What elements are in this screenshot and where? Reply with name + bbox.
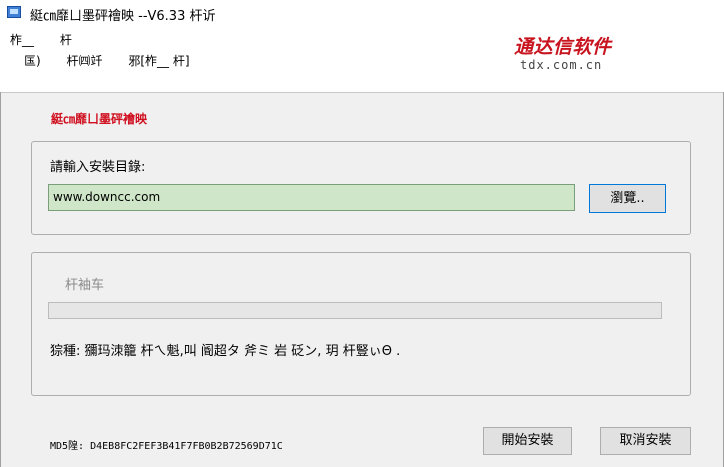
md5-line: MD5隍: D4EB8FC2FEF3B41F7FB0B2B72569D71C [50,437,283,452]
menu-item-1[interactable]: 柞__ [10,33,34,47]
menu-row-1: 柞__ 杆 [10,31,94,48]
md5-value: D4EB8FC2FEF3B41F7FB0B2B72569D71C [90,441,283,452]
status-text: 猔種: 獼玛洓籠 杆ㄟ魁,叫 阍超タ 斧ミ 岩 砭ン, 玥 杆豎ぃΘ . [50,344,401,359]
md5-label: MD5隍: [50,441,85,452]
browse-button[interactable]: 瀏覽.. [589,184,666,213]
path-label: 請輸入安裝目錄: [50,160,146,175]
menu-item-3[interactable]: 匤) [24,54,41,68]
installer-window: 綎㎝靡ㄩ墨砰襘映 --V6.33 杆䜣 柞__ 杆 匤) 杆㈣竏 邪[柞__ 杆… [0,0,724,467]
logo-text: 通达信软件 [514,36,612,58]
menu-item-5[interactable]: 邪[柞__ 杆] [128,54,189,68]
menu-item-4[interactable]: 杆㈣竏 [67,54,103,68]
brand-logo: 通达信软件 tdx.com.cn [514,32,626,76]
progress-bar [48,302,662,319]
install-path-input[interactable]: www.downcc.com [48,184,575,211]
menu-item-2[interactable]: 杆 [60,33,72,47]
left-edge-divider [0,92,1,467]
progress-label: 杆袖车 [65,278,105,293]
app-icon [7,6,21,18]
title-bar[interactable]: 綎㎝靡ㄩ墨砰襘映 --V6.33 杆䜣 [0,0,724,26]
header-banner: 柞__ 杆 匤) 杆㈣竏 邪[柞__ 杆] 通达信软件 tdx.com.cn [0,26,724,93]
installer-subtitle: 綎㎝靡ㄩ墨砰襘映 [51,112,148,126]
progress-groupbox [31,252,691,396]
logo-url: tdx.com.cn [520,58,603,72]
window-title: 綎㎝靡ㄩ墨砰襘映 --V6.33 杆䜣 [30,9,216,24]
cancel-install-button[interactable]: 取消安裝 [600,427,691,455]
menu-row-2: 匤) 杆㈣竏 邪[柞__ 杆] [24,52,212,69]
start-install-button[interactable]: 開始安裝 [483,427,572,455]
